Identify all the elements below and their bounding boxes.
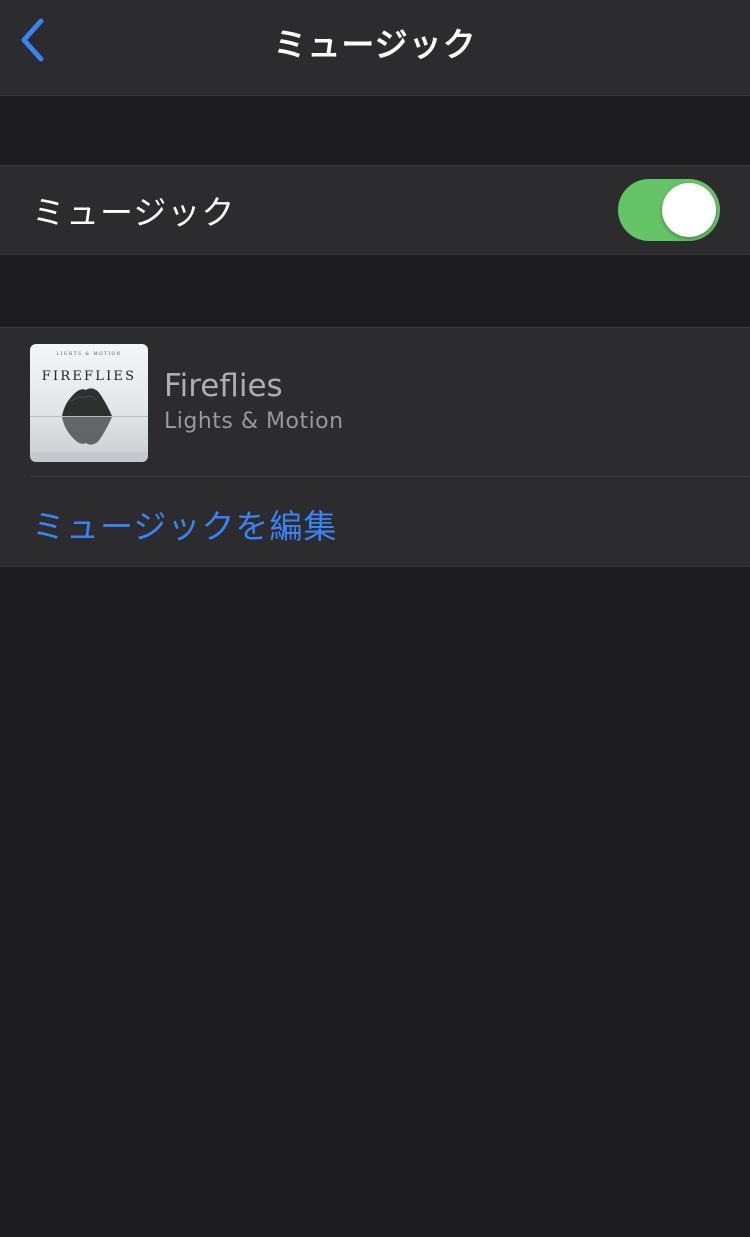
- track-artist: Lights & Motion: [164, 409, 344, 434]
- navigation-bar: ミュージック: [0, 0, 750, 96]
- artwork-subtitle: LIGHTS & MOTION: [56, 351, 121, 356]
- artwork-title: FIREFLIES: [42, 369, 136, 384]
- music-settings-screen: ミュージック ミュージック LIGHTS & MOTION FIREFLIES …: [0, 0, 750, 1237]
- music-selection-group: LIGHTS & MOTION FIREFLIES Fireflies Ligh…: [0, 327, 750, 567]
- track-title: Fireflies: [164, 368, 283, 404]
- edit-music-button[interactable]: ミュージックを編集: [32, 500, 337, 548]
- music-toggle-label: ミュージック: [32, 193, 236, 232]
- track-row[interactable]: LIGHTS & MOTION FIREFLIES Fireflies Ligh…: [0, 328, 750, 476]
- row-divider: [30, 476, 750, 477]
- music-toggle-switch[interactable]: [618, 179, 720, 241]
- music-toggle-row: ミュージック: [0, 165, 750, 255]
- page-title: ミュージック: [273, 25, 477, 64]
- album-artwork: LIGHTS & MOTION FIREFLIES: [30, 344, 148, 462]
- switch-knob: [662, 183, 716, 237]
